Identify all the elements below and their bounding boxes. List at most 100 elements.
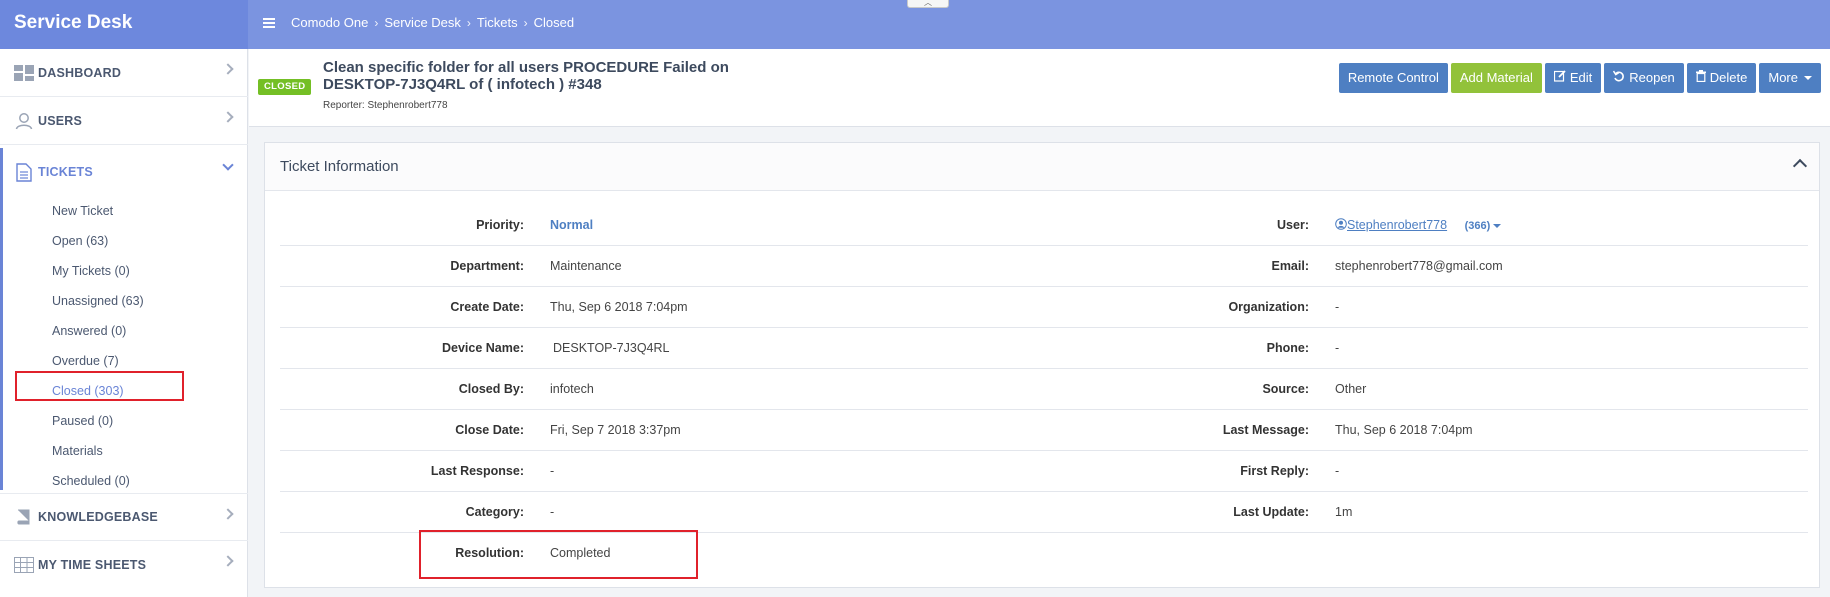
info-row: Category: - Last Update: 1m <box>280 492 1808 533</box>
field-label: First Reply: <box>1240 464 1309 478</box>
info-row: Device Name: DESKTOP-7J3Q4RL Phone: - <box>280 328 1808 369</box>
info-row: Closed By: infotech Source: Other <box>280 369 1808 410</box>
sidebar-subitem-unassigned[interactable]: Unassigned (63) <box>52 291 144 311</box>
edit-button[interactable]: Edit <box>1544 63 1602 93</box>
info-row: Department: Maintenance Email: stephenro… <box>280 246 1808 287</box>
sidebar-item-label: USERS <box>38 113 83 128</box>
chevron-up-icon[interactable]: ︿ <box>907 0 949 8</box>
sidebar-subitem-answered[interactable]: Answered (0) <box>52 321 126 341</box>
field-label: Last Update: <box>1233 505 1309 519</box>
chevron-right-icon: › <box>466 16 471 30</box>
document-icon <box>13 162 34 182</box>
button-label: Edit <box>1569 70 1593 85</box>
create-date-value: Thu, Sep 6 2018 7:04pm <box>550 300 688 314</box>
field-label: Phone: <box>1266 341 1309 355</box>
menu-icon[interactable] <box>263 18 275 28</box>
breadcrumb-item[interactable]: Tickets <box>477 0 518 46</box>
field-label: Department: <box>450 259 524 273</box>
user-ticket-count: (366) <box>1464 220 1491 232</box>
highlight-box <box>15 371 184 401</box>
sidebar-subitem-overdue[interactable]: Overdue (7) <box>52 351 119 371</box>
user-circle-icon <box>1335 218 1347 232</box>
sidebar-item-users[interactable]: USERS <box>0 97 248 145</box>
phone-value: - <box>1335 341 1340 355</box>
reporter-text: Reporter: Stephenrobert778 <box>323 100 448 111</box>
reopen-button[interactable]: Reopen <box>1604 63 1684 93</box>
button-label: More <box>1768 70 1798 85</box>
button-label: Reopen <box>1629 70 1675 85</box>
sidebar-item-dashboard[interactable]: DASHBOARD <box>0 49 248 97</box>
chevron-right-icon <box>222 555 234 567</box>
field-label: Last Response: <box>430 464 524 478</box>
panel-title: Ticket Information <box>280 158 399 175</box>
ticket-header: CLOSED Clean specific folder for all use… <box>249 49 1830 127</box>
panel-header[interactable]: Ticket Information <box>265 143 1819 191</box>
sidebar-subitem-materials[interactable]: Materials <box>52 441 103 461</box>
breadcrumb-item: Closed <box>533 15 575 30</box>
chevron-right-icon <box>222 63 234 75</box>
chevron-up-icon[interactable] <box>1792 158 1808 174</box>
undo-icon <box>1613 63 1625 93</box>
ticket-information-panel: Ticket Information Priority: Normal User… <box>264 142 1820 588</box>
info-row: Close Date: Fri, Sep 7 2018 3:37pm Last … <box>280 410 1808 451</box>
sidebar-item-tickets[interactable]: TICKETS <box>0 148 248 196</box>
field-label: User: <box>1277 218 1309 232</box>
remote-control-button[interactable]: Remote Control <box>1338 63 1448 93</box>
book-icon <box>13 508 34 526</box>
top-bar: Service Desk Comodo One › Service Desk ›… <box>0 0 1830 49</box>
chevron-right-icon: › <box>523 16 528 30</box>
first-reply-value: - <box>1335 464 1340 478</box>
last-message-value: Thu, Sep 6 2018 7:04pm <box>1335 423 1473 437</box>
more-button[interactable]: More <box>1759 63 1821 93</box>
sidebar-item-label: TICKETS <box>38 165 93 179</box>
app-title[interactable]: Service Desk <box>0 0 248 49</box>
breadcrumb-item[interactable]: Service Desk <box>384 0 461 46</box>
field-label: Email: <box>1271 259 1309 273</box>
field-label: Organization: <box>1228 300 1309 314</box>
chevron-right-icon <box>222 508 234 520</box>
edit-icon <box>1553 63 1566 93</box>
user-link[interactable]: Stephenrobert778 <box>1347 218 1447 232</box>
page-title: Clean specific folder for all users PROC… <box>323 59 729 93</box>
device-name-value: DESKTOP-7J3Q4RL <box>553 341 670 355</box>
user-icon <box>13 112 34 130</box>
field-label: Category: <box>465 505 524 519</box>
sidebar-subitem-new-ticket[interactable]: New Ticket <box>52 201 113 221</box>
close-date-value: Fri, Sep 7 2018 3:37pm <box>550 423 681 437</box>
chevron-down-icon <box>222 159 234 171</box>
last-response-value: - <box>550 464 555 478</box>
sidebar-subitem-scheduled[interactable]: Scheduled (0) <box>52 471 130 491</box>
info-row: Create Date: Thu, Sep 6 2018 7:04pm Orga… <box>280 287 1808 328</box>
field-label: Close Date: <box>455 423 524 437</box>
sidebar: DASHBOARD USERS TICKETS New Ticket Open … <box>0 49 248 597</box>
button-label: Delete <box>1709 70 1748 85</box>
source-value: Other <box>1335 382 1367 396</box>
sidebar-item-knowledgebase[interactable]: KNOWLEDGEBASE <box>0 493 248 541</box>
breadcrumb-item[interactable]: Comodo One <box>291 0 368 46</box>
sidebar-item-label: MY TIME SHEETS <box>38 558 147 572</box>
sidebar-subitem-paused[interactable]: Paused (0) <box>52 411 113 431</box>
category-value: - <box>550 505 555 519</box>
table-icon <box>13 556 34 574</box>
last-update-value: 1m <box>1335 505 1353 519</box>
info-row: Last Response: - First Reply: - <box>280 451 1808 492</box>
tickets-section: TICKETS New Ticket Open (63) My Tickets … <box>0 148 248 490</box>
sidebar-item-my-time-sheets[interactable]: MY TIME SHEETS <box>0 541 248 589</box>
chevron-right-icon: › <box>374 16 379 30</box>
priority-value: Normal <box>550 218 594 232</box>
sidebar-subitem-open[interactable]: Open (63) <box>52 231 108 251</box>
status-badge: CLOSED <box>258 79 312 95</box>
organization-value: - <box>1335 300 1340 314</box>
user-ticket-count-dropdown[interactable]: (366) <box>1465 220 1502 232</box>
field-label: Priority: <box>476 218 524 232</box>
highlight-box <box>419 530 698 579</box>
sidebar-item-label: KNOWLEDGEBASE <box>38 510 158 524</box>
add-material-button[interactable]: Add Material <box>1450 63 1542 93</box>
field-label: Last Message: <box>1222 423 1309 437</box>
chevron-right-icon <box>222 111 234 123</box>
user-value: Stephenrobert778 (366) <box>1335 205 1502 246</box>
breadcrumb: Comodo One › Service Desk › Tickets › Cl… <box>263 0 574 46</box>
delete-button[interactable]: Delete <box>1686 63 1757 93</box>
caret-down-icon <box>1804 76 1812 80</box>
sidebar-subitem-my-tickets[interactable]: My Tickets (0) <box>52 261 130 281</box>
